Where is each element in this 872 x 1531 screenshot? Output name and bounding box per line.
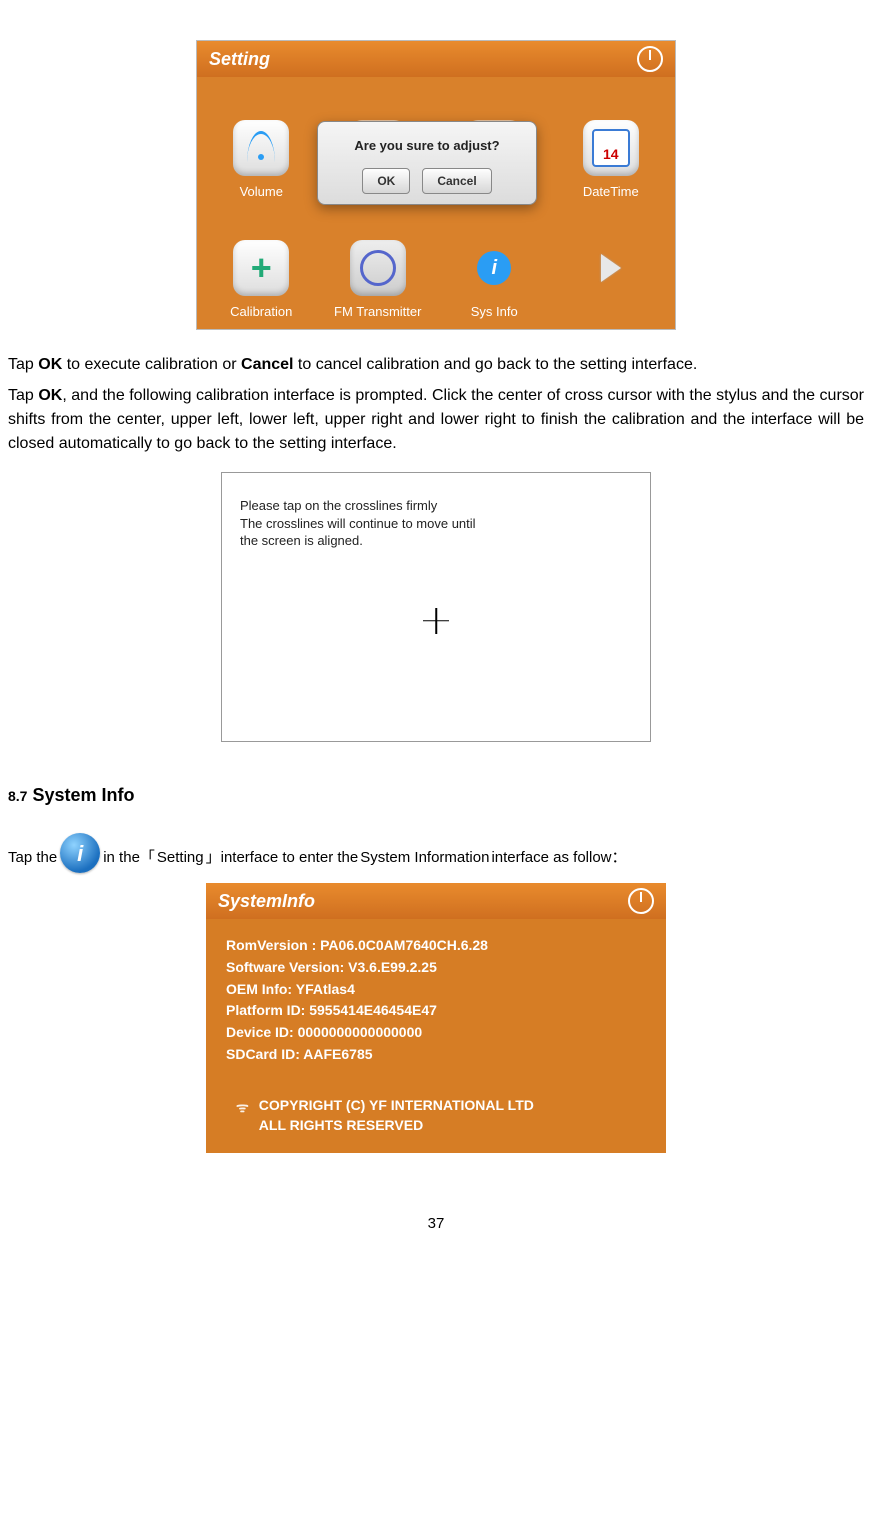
sdcard-id: SDCard ID: AAFE6785: [226, 1044, 646, 1066]
arrow-right-icon: [583, 240, 639, 296]
setting-dialog-figure: Setting Volume BackLight Language 14 Dat…: [196, 40, 676, 330]
software-version: Software Version: V3.6.E99.2.25: [226, 957, 646, 979]
systeminfo-figure: SystemInfo RomVersion : PA06.0C0AM7640CH…: [206, 883, 666, 1153]
platform-id: Platform ID: 5955414E46454E47: [226, 1000, 646, 1022]
tile-calibration[interactable]: + Calibration: [203, 207, 320, 327]
paragraph-calibration-steps: Tap OK, and the following calibration in…: [8, 384, 864, 456]
tile-label: FM Transmitter: [334, 302, 421, 322]
setting-title: Setting: [209, 46, 270, 73]
info-icon: i: [466, 240, 522, 296]
section-title: System Info: [32, 785, 134, 805]
fm-icon: [350, 240, 406, 296]
tile-label: Calibration: [230, 302, 292, 322]
dialog-message: Are you sure to adjust?: [328, 136, 526, 156]
tile-next[interactable]: [553, 207, 670, 327]
systeminfo-header: SystemInfo: [206, 883, 666, 919]
wifi-icon: [233, 120, 289, 176]
copyright-block: ᯤ COPYRIGHT (C) YF INTERNATIONAL LTD ALL…: [236, 1096, 636, 1135]
link-icon: ᯤ: [236, 1098, 249, 1135]
tile-label: Sys Info: [471, 302, 518, 322]
section-heading: 8.7 System Info: [8, 782, 864, 809]
calendar-icon: 14: [583, 120, 639, 176]
cross-icon[interactable]: [423, 608, 449, 634]
tile-sysinfo[interactable]: i Sys Info: [436, 207, 553, 327]
rom-version: RomVersion : PA06.0C0AM7640CH.6.28: [226, 935, 646, 957]
oem-info: OEM Info: YFAtlas4: [226, 979, 646, 1001]
paragraph-tap-ok-cancel: Tap OK to execute calibration or Cancel …: [8, 350, 864, 380]
tile-fm[interactable]: FM Transmitter: [320, 207, 437, 327]
info-icon[interactable]: i: [60, 833, 100, 873]
systeminfo-title: SystemInfo: [218, 888, 315, 915]
setting-header: Setting: [197, 41, 675, 77]
cancel-button[interactable]: Cancel: [422, 168, 491, 194]
crosslines-message: Please tap on the crosslines firmly The …: [240, 497, 632, 550]
page-number: 37: [8, 1213, 864, 1236]
calibration-cross-figure: Please tap on the crosslines firmly The …: [221, 472, 651, 742]
plus-icon: +: [233, 240, 289, 296]
tile-label: [609, 302, 613, 322]
ok-button[interactable]: OK: [362, 168, 410, 194]
tile-label: DateTime: [583, 182, 639, 202]
tap-info-sentence: Tap the i in the「Setting」interface to en…: [8, 833, 864, 869]
power-icon[interactable]: [637, 46, 663, 72]
section-number: 8.7: [8, 788, 27, 804]
power-icon[interactable]: [628, 888, 654, 914]
tile-label: Volume: [240, 182, 283, 202]
device-id: Device ID: 0000000000000000: [226, 1022, 646, 1044]
tile-datetime[interactable]: 14 DateTime: [553, 87, 670, 207]
confirm-dialog: Are you sure to adjust? OK Cancel: [317, 121, 537, 205]
tile-volume[interactable]: Volume: [203, 87, 320, 207]
systeminfo-body: RomVersion : PA06.0C0AM7640CH.6.28 Softw…: [206, 919, 666, 1081]
